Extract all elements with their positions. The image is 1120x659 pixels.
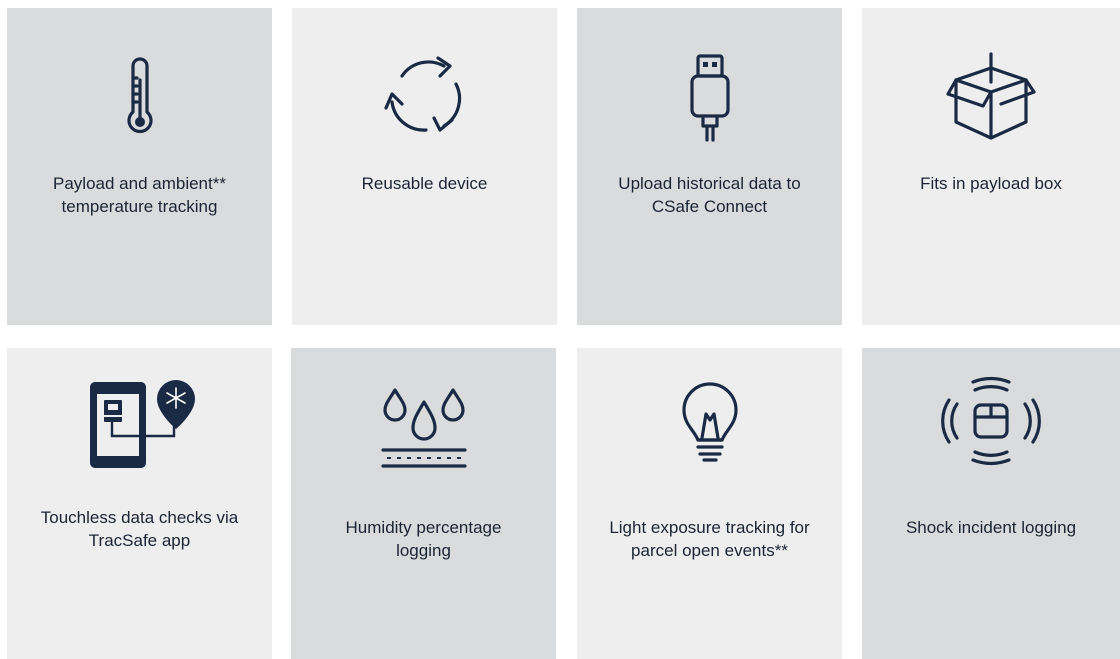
feature-tile-light: Light exposure tracking for parcel open … — [577, 348, 842, 659]
shock-icon — [941, 377, 1041, 465]
feature-label: Payload and ambient** temperature tracki… — [53, 174, 226, 216]
reuse-cycle-icon — [383, 56, 461, 132]
feature-tile-box: Fits in payload box — [862, 8, 1120, 325]
feature-tile-upload: Upload historical data to CSafe Connect — [577, 8, 842, 325]
feature-label: Touchless data checks via TracSafe app — [40, 508, 239, 550]
box-icon — [946, 52, 1036, 140]
feature-label: Fits in payload box — [920, 174, 1062, 193]
feature-label: Upload historical data to CSafe Connect — [618, 174, 801, 216]
usb-icon — [689, 54, 730, 142]
feature-tile-temperature: Payload and ambient** temperature tracki… — [7, 8, 272, 325]
humidity-icon — [380, 388, 467, 468]
feature-tile-humidity: Humidity percentage logging — [291, 348, 556, 659]
phone-app-icon — [89, 380, 195, 468]
feature-label: Light exposure tracking for parcel open … — [609, 518, 810, 560]
feature-label: Humidity percentage logging — [345, 518, 502, 560]
feature-label: Shock incident logging — [905, 518, 1077, 537]
feature-tile-touchless: Touchless data checks via TracSafe app — [7, 348, 272, 659]
feature-label: Reusable device — [361, 174, 488, 193]
feature-tile-shock: Shock incident logging — [862, 348, 1120, 659]
feature-tile-reusable: Reusable device — [292, 8, 557, 325]
thermometer-icon — [126, 57, 153, 134]
lightbulb-icon — [681, 382, 738, 462]
